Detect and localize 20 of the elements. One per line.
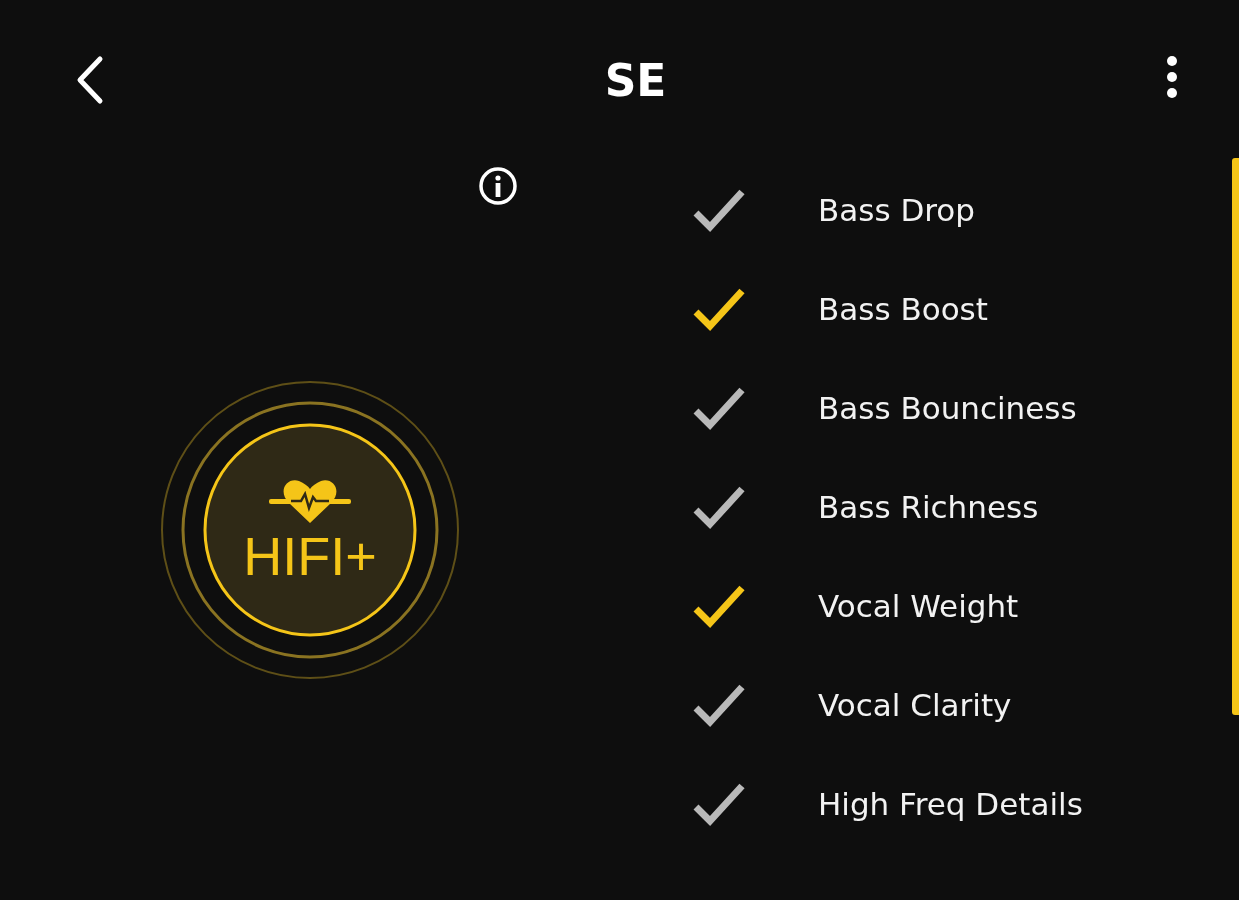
effect-item[interactable]: Bass Boost xyxy=(660,259,1227,358)
effect-label: Bass Drop xyxy=(818,191,975,228)
effect-label: Vocal Clarity xyxy=(818,686,1012,723)
hifi-badge[interactable]: HIFI+ xyxy=(160,380,460,680)
effect-item[interactable]: Bass Drop xyxy=(660,160,1227,259)
effect-label: Bass Boost xyxy=(818,290,988,327)
badge-label: HIFI+ xyxy=(243,529,377,583)
effect-item[interactable]: High Freq Details xyxy=(660,754,1227,853)
effect-label: Vocal Weight xyxy=(818,587,1019,624)
more-options-button[interactable] xyxy=(1165,55,1179,99)
info-icon[interactable] xyxy=(478,166,518,206)
effect-item[interactable]: Bass Bounciness xyxy=(660,358,1227,457)
effect-label: Bass Richness xyxy=(818,488,1039,525)
effect-label: High Freq Details xyxy=(818,785,1083,822)
effect-item[interactable]: Vocal Weight xyxy=(660,556,1227,655)
screen-title: SE xyxy=(604,55,667,106)
effect-item[interactable]: Bass Richness xyxy=(660,457,1227,556)
heartbeat-icon xyxy=(269,477,351,525)
effect-item[interactable]: Vocal Clarity xyxy=(660,655,1227,754)
effect-label: Bass Bounciness xyxy=(818,389,1077,426)
